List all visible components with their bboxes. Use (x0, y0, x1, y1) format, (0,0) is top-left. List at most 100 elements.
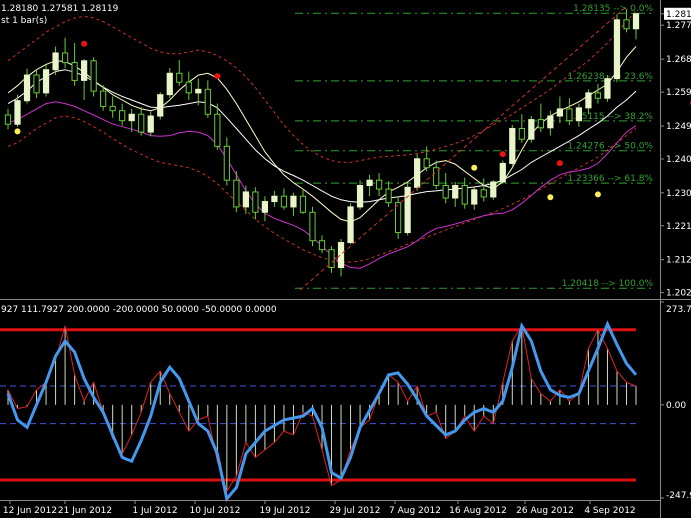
candle-bull (166, 72, 173, 96)
candle-bull (509, 128, 516, 164)
candle-bull (261, 201, 269, 213)
price-label: 1.20295 (666, 289, 691, 299)
candle-bull (147, 115, 154, 133)
fib-label: 1.20418 --> 100.0% (562, 279, 654, 289)
osc-label: 273.7107 (666, 305, 691, 315)
candle-bear (176, 72, 183, 83)
candle-bear (4, 114, 12, 125)
candle-bull (471, 189, 478, 205)
price-header-2: st 1 bar(s) (1, 16, 47, 26)
candle-bull (242, 191, 249, 208)
candle-bear (214, 113, 221, 147)
date-label: 21 Jun 2012 (58, 506, 112, 516)
osc-header: 927 111.7927 200.0000 -200.0000 50.0000 … (1, 305, 277, 315)
candle-bull (42, 69, 50, 94)
candle-bull (347, 206, 354, 244)
candle-bull (632, 13, 640, 30)
candle-bear (223, 145, 230, 181)
candle-bear (442, 185, 449, 199)
yellow-dot (14, 128, 21, 135)
date-label: 7 Aug 2012 (389, 506, 441, 516)
date-label: 16 Aug 2012 (449, 506, 507, 516)
candle-bear (100, 90, 107, 107)
candle-bear (385, 188, 392, 204)
price-label: 1.27799 (666, 21, 691, 31)
chart-canvas: 1.28135 --> 0.0%1.26238 --> 23.6%1.25115… (0, 0, 691, 518)
price-label: 1.21220 (666, 256, 691, 266)
osc-label: -247.97 (666, 491, 691, 501)
yellow-dot (547, 194, 554, 201)
candle-bear (309, 211, 316, 242)
candle-bear (109, 105, 116, 112)
candle-bear (252, 191, 259, 213)
red-dot (556, 160, 563, 167)
candle-bear (233, 179, 240, 208)
candle-bull (528, 119, 535, 140)
candle-bear (185, 81, 192, 94)
candle-bear (33, 74, 40, 94)
yellow-dot (471, 164, 478, 171)
candle-bull (414, 158, 421, 188)
candle-bear (61, 52, 69, 64)
date-label: 19 Jul 2012 (260, 506, 311, 516)
candle-bear (594, 92, 602, 99)
date-label: 10 Jul 2012 (190, 506, 241, 516)
candle-bear (566, 108, 573, 122)
candle-bear (138, 113, 145, 133)
date-label: 29 Jul 2012 (330, 506, 381, 516)
candle-bull (575, 107, 583, 122)
candle-bull (157, 94, 164, 117)
osc-label: 0.00 (666, 401, 686, 411)
candle-bull (290, 195, 297, 208)
candle-bear (461, 185, 468, 205)
candle-bull (490, 181, 497, 198)
date-label: 26 Aug 2012 (516, 506, 574, 516)
price-label: 1.26846 (666, 55, 691, 65)
price-label: 1.24045 (666, 155, 691, 165)
candle-bull (271, 195, 278, 203)
date-label: 4 Sep 2012 (584, 506, 635, 516)
yellow-dot (594, 191, 601, 198)
candle-bull (337, 242, 345, 268)
candle-bull (452, 185, 459, 199)
candle-bear (480, 189, 487, 198)
fib-label: 1.23366 --> 61.8% (567, 174, 653, 184)
price-label: 1.24970 (666, 122, 691, 132)
last-price-label: 1.28119 (666, 10, 691, 20)
price-label: 1.22170 (666, 222, 691, 232)
candle-bear (119, 110, 126, 122)
candle-bear (518, 128, 525, 140)
price-header-1: 1.28180 1.27581 1.28119 (1, 4, 119, 14)
candle-bull (604, 78, 611, 99)
candle-bull (14, 100, 21, 125)
candle-bear (280, 195, 288, 208)
candle-bull (585, 92, 592, 109)
candle-bear (423, 158, 430, 169)
candle-bull (547, 115, 554, 129)
candle-bull (52, 52, 59, 71)
candle-bull (404, 186, 411, 234)
candle-bear (204, 88, 211, 115)
candle-bear (537, 119, 544, 129)
candle-bull (195, 88, 202, 94)
price-label: 1.25920 (666, 88, 691, 98)
candle-bear (375, 179, 383, 190)
candle-bull (128, 113, 135, 122)
fib-label: 1.28135 --> 0.0% (573, 4, 653, 14)
candle-bull (613, 19, 621, 80)
candle-bear (90, 60, 97, 92)
candle-bear (299, 195, 307, 213)
red-dot (81, 40, 88, 47)
candle-bull (23, 74, 31, 102)
candle-bull (366, 179, 373, 187)
date-label: 12 Jun 2012 (3, 506, 57, 516)
candle-bull (81, 60, 88, 81)
candle-bull (499, 162, 506, 183)
candle-bear (623, 19, 630, 30)
red-dot (214, 73, 221, 80)
date-label: 1 Jul 2012 (132, 506, 177, 516)
price-label: 1.23095 (666, 189, 691, 199)
candle-bear (395, 202, 402, 234)
red-dot (499, 151, 506, 158)
candle-bear (71, 62, 78, 81)
